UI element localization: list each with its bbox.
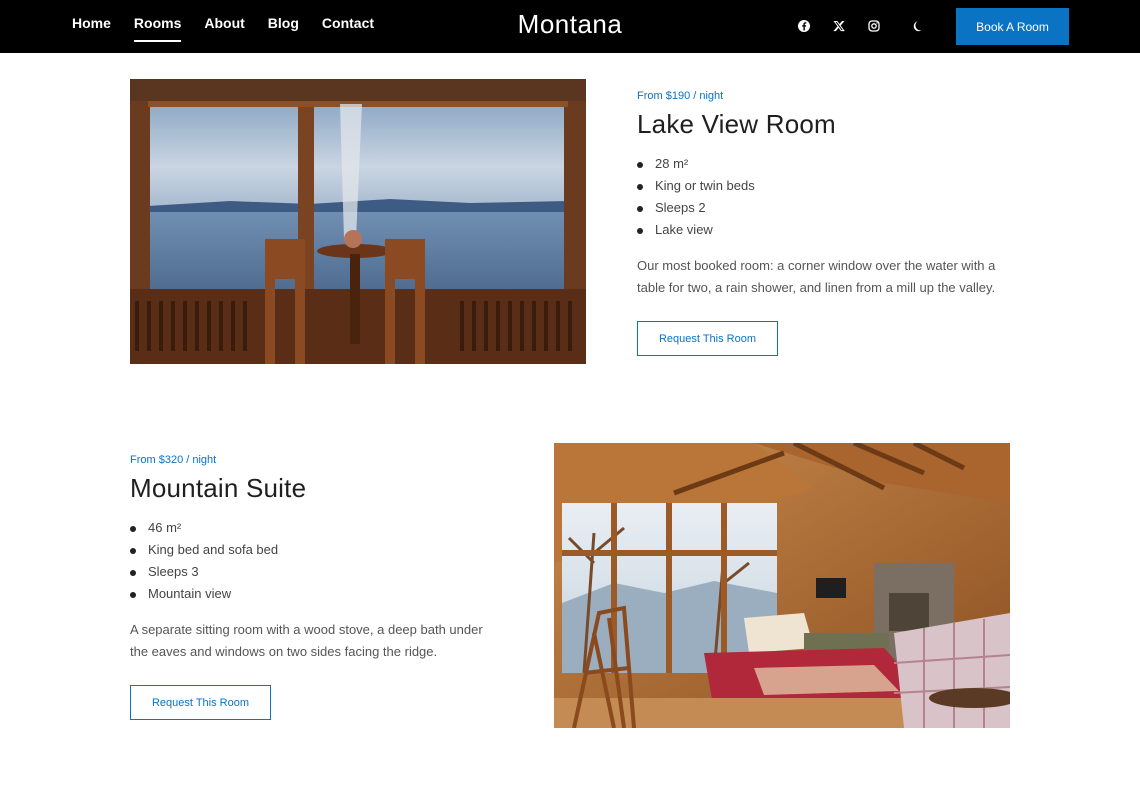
feature-item: King or twin beds (637, 177, 755, 199)
feature-item: Sleeps 3 (130, 563, 278, 585)
feature-item: King bed and sofa bed (130, 541, 278, 563)
feature-item: Sleeps 2 (637, 199, 755, 221)
room-price: From $190 / night (637, 90, 724, 102)
nav-home[interactable]: Home (72, 0, 111, 42)
nav-about[interactable]: About (204, 0, 244, 42)
book-a-room-button[interactable]: Book A Room (956, 8, 1069, 45)
nav-rooms[interactable]: Rooms (133, 0, 182, 42)
room-title: Mountain Suite (130, 473, 307, 503)
feature-item: 28 m² (637, 155, 755, 177)
room-price: From $320 / night (130, 454, 217, 466)
brand-logo[interactable]: Montana (518, 9, 623, 39)
x-twitter-icon[interactable] (832, 19, 846, 33)
nav-contact[interactable]: Contact (322, 0, 374, 42)
room-features-list: 28 m² King or twin beds Sleeps 2 Lake vi… (637, 155, 755, 243)
room-description: A separate sitting room with a wood stov… (130, 622, 483, 659)
main-nav: Home Rooms About Blog Contact (72, 0, 397, 53)
request-room-button[interactable]: Request This Room (637, 321, 778, 356)
feature-item: 46 m² (130, 519, 278, 541)
moon-icon[interactable] (912, 19, 926, 33)
room-description: Our most booked room: a corner window ov… (637, 258, 996, 295)
lake-view-room-image (130, 79, 586, 364)
mountain-suite-image (554, 443, 1010, 728)
instagram-icon[interactable] (867, 19, 881, 33)
top-navigation-bar: Home Rooms About Blog Contact Montana Bo… (0, 0, 1140, 53)
feature-item: Mountain view (130, 585, 278, 607)
request-room-button[interactable]: Request This Room (130, 685, 271, 720)
facebook-icon[interactable] (797, 19, 811, 33)
feature-item: Lake view (637, 221, 755, 243)
room-title: Lake View Room (637, 109, 836, 139)
nav-blog[interactable]: Blog (268, 0, 299, 42)
room-features-list: 46 m² King bed and sofa bed Sleeps 3 Mou… (130, 519, 278, 607)
